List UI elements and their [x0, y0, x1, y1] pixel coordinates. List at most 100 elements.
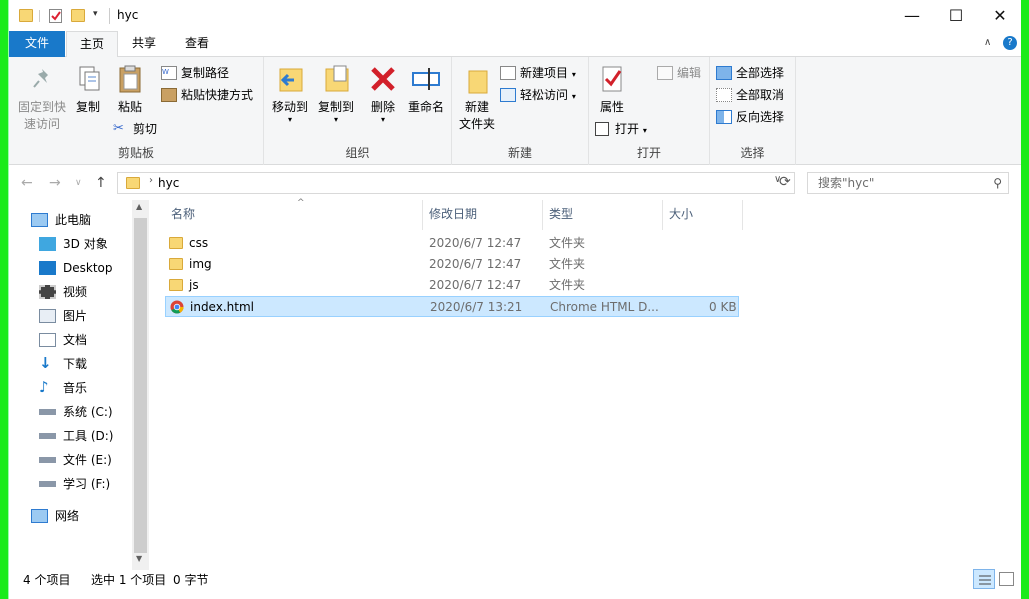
- file-name: index.html: [190, 300, 254, 314]
- rename-button[interactable]: 重命名: [404, 57, 448, 116]
- address-bar[interactable]: › hyc ∨: [117, 172, 795, 194]
- cut-button[interactable]: ✂ 剪切: [113, 119, 157, 139]
- maximize-button[interactable]: ☐: [933, 0, 979, 31]
- clipboard-group: 固定到快 速访问 复制 粘贴 W 复制路径 粘贴快捷方式 ✂ 剪切 剪贴板: [9, 57, 264, 165]
- column-header-size[interactable]: 大小: [663, 200, 743, 230]
- new-folder-button[interactable]: 新建 文件夹: [456, 57, 498, 133]
- copy-to-label: 复制到: [317, 100, 354, 114]
- delete-button[interactable]: 删除 ▾: [366, 57, 400, 124]
- recent-locations-icon[interactable]: ∨: [75, 178, 82, 188]
- copy-button[interactable]: 复制: [71, 57, 105, 116]
- edit-button[interactable]: 编辑: [657, 63, 701, 83]
- invert-selection-button[interactable]: 反向选择: [716, 107, 784, 127]
- nav-item-network[interactable]: 网络: [31, 505, 79, 527]
- selected-count: 选中 1 个项目: [91, 573, 167, 587]
- new-item-icon: [500, 66, 516, 80]
- drive-icon: [39, 433, 56, 439]
- nav-label: 文档: [63, 333, 88, 347]
- breadcrumb-chevron-icon[interactable]: ›: [149, 175, 153, 186]
- new-group: 新建 文件夹 新建项目 ▾ 轻松访问 ▾ 新建: [452, 57, 589, 165]
- properties-icon: [596, 63, 628, 95]
- collapse-ribbon-icon[interactable]: ∧: [984, 37, 991, 48]
- nav-item-videos[interactable]: 视频: [39, 281, 87, 303]
- properties-quick-icon[interactable]: [49, 9, 62, 23]
- select-all-button[interactable]: 全部选择: [716, 63, 784, 83]
- picture-icon: [39, 309, 56, 323]
- properties-button[interactable]: 属性: [593, 57, 631, 116]
- file-type: 文件夹: [549, 257, 586, 271]
- tab-view[interactable]: 查看: [173, 31, 221, 57]
- select-all-icon: [716, 66, 732, 80]
- scrollbar-thumb[interactable]: [134, 218, 147, 553]
- file-row-selected[interactable]: index.html 2020/6/7 13:21 Chrome HTML D.…: [165, 296, 739, 317]
- nav-item-music[interactable]: ♪ 音乐: [39, 377, 87, 399]
- column-header-date[interactable]: 修改日期: [423, 200, 543, 230]
- search-icon: ⚲: [993, 176, 1002, 190]
- open-group-label: 打开: [636, 146, 661, 160]
- pin-icon: [26, 63, 58, 95]
- help-icon[interactable]: ?: [1003, 36, 1017, 50]
- easy-access-label: 轻松访问: [520, 88, 569, 102]
- nav-item-3d-objects[interactable]: 3D 对象: [39, 233, 108, 255]
- large-icons-view-icon[interactable]: [999, 572, 1014, 586]
- nav-item-drive-f[interactable]: 学习 (F:): [39, 473, 110, 495]
- nav-label: 工具 (D:): [63, 429, 114, 443]
- nav-label: 此电脑: [55, 213, 92, 227]
- customize-quick-access-icon[interactable]: ▾: [93, 9, 98, 19]
- nav-item-drive-d[interactable]: 工具 (D:): [39, 425, 113, 447]
- window-title: hyc: [117, 8, 139, 22]
- file-list: ^ 名称 修改日期 类型 大小 css 2020/6/7 12:47 文件夹 i…: [149, 198, 1021, 570]
- tab-home[interactable]: 主页: [66, 31, 118, 58]
- nav-label: Desktop: [63, 261, 113, 275]
- close-button[interactable]: ✕: [977, 0, 1021, 31]
- minimize-button[interactable]: —: [889, 0, 935, 31]
- search-input[interactable]: 搜索"hyc" ⚲: [807, 172, 1009, 194]
- refresh-icon[interactable]: ⟳: [779, 174, 791, 190]
- up-arrow-icon[interactable]: ↑: [95, 175, 107, 191]
- chevron-down-icon: ▾: [287, 115, 292, 124]
- scroll-down-icon[interactable]: ▼: [136, 554, 142, 563]
- open-button[interactable]: 打开 ▾: [595, 119, 647, 139]
- document-icon: [39, 333, 56, 347]
- file-date: 2020/6/7 13:21: [430, 300, 523, 314]
- nav-item-downloads[interactable]: ↓ 下载: [39, 353, 87, 375]
- folder-icon: [169, 237, 183, 249]
- file-row[interactable]: img 2020/6/7 12:47 文件夹: [165, 254, 739, 275]
- nav-item-documents[interactable]: 文档: [39, 329, 87, 351]
- scroll-up-icon[interactable]: ▲: [136, 202, 142, 211]
- tab-share[interactable]: 共享: [121, 31, 167, 57]
- move-to-button[interactable]: 移动到 ▾: [268, 57, 312, 124]
- nav-item-drive-e[interactable]: 文件 (E:): [39, 449, 112, 471]
- nav-label: 3D 对象: [63, 237, 108, 251]
- ribbon-tabs: 文件 主页 共享 查看 ∧ ?: [9, 31, 1021, 58]
- breadcrumb-current[interactable]: hyc: [158, 176, 179, 190]
- column-header-type[interactable]: 类型: [543, 200, 663, 230]
- nav-label: 文件 (E:): [63, 453, 112, 467]
- easy-access-button[interactable]: 轻松访问 ▾: [500, 85, 576, 105]
- nav-item-drive-c[interactable]: 系统 (C:): [39, 401, 113, 423]
- new-folder-quick-icon[interactable]: [71, 9, 85, 22]
- tab-file[interactable]: 文件: [9, 31, 65, 57]
- nav-scrollbar[interactable]: ▲ ▼: [132, 200, 149, 570]
- forward-arrow-icon[interactable]: →: [49, 175, 61, 191]
- paste-shortcut-button[interactable]: 粘贴快捷方式: [161, 85, 253, 105]
- copy-to-button[interactable]: 复制到 ▾: [314, 57, 358, 124]
- column-header-name[interactable]: 名称: [165, 200, 423, 230]
- nav-item-desktop[interactable]: Desktop: [39, 257, 113, 279]
- chevron-down-icon: ▾: [333, 115, 338, 124]
- paste-button[interactable]: 粘贴: [113, 57, 147, 116]
- pin-quick-access-button[interactable]: 固定到快 速访问: [15, 57, 69, 133]
- file-row[interactable]: css 2020/6/7 12:47 文件夹: [165, 233, 739, 254]
- copy-path-button[interactable]: W 复制路径: [161, 63, 229, 83]
- nav-item-pictures[interactable]: 图片: [39, 305, 87, 327]
- nav-item-this-pc[interactable]: 此电脑: [31, 209, 91, 231]
- file-type: Chrome HTML D...: [550, 300, 659, 314]
- edit-icon: [657, 66, 673, 80]
- select-none-button[interactable]: 全部取消: [716, 85, 784, 105]
- copy-icon: [72, 63, 104, 95]
- chrome-icon: [170, 300, 184, 314]
- file-row[interactable]: js 2020/6/7 12:47 文件夹: [165, 275, 739, 296]
- details-view-icon[interactable]: [973, 569, 995, 589]
- new-item-button[interactable]: 新建项目 ▾: [500, 63, 576, 83]
- back-arrow-icon[interactable]: ←: [21, 175, 33, 191]
